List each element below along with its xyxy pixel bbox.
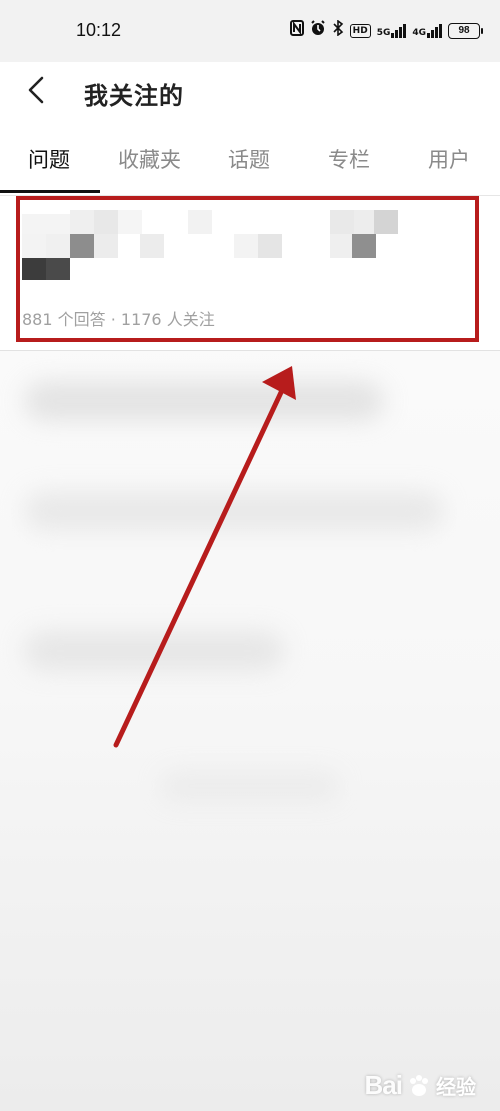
blurred-list xyxy=(0,351,500,1111)
status-time: 10:12 xyxy=(76,20,122,40)
tab-collections[interactable]: 收藏夹 xyxy=(118,144,181,174)
status-bar: 10:12 HD 5G 4G 98 xyxy=(0,0,500,62)
tab-columns[interactable]: 专栏 xyxy=(328,144,370,174)
battery-icon: 98 xyxy=(448,23,483,39)
page-title: 我关注的 xyxy=(84,82,184,110)
baidu-logo: Bai xyxy=(364,1070,403,1100)
tab-topics[interactable]: 话题 xyxy=(228,144,270,174)
tab-bar: 问题 收藏夹 话题 专栏 用户 xyxy=(0,130,500,194)
paw-icon xyxy=(410,1074,428,1096)
page-header: 我关注的 xyxy=(0,62,500,126)
tab-questions[interactable]: 问题 xyxy=(28,144,70,174)
nfc-icon xyxy=(289,20,304,42)
status-icons: HD 5G 4G 98 xyxy=(289,19,483,42)
signal-5g-icon: 5G xyxy=(377,24,407,38)
watermark-text: 经验 xyxy=(436,1075,476,1099)
signal-4g-icon: 4G xyxy=(412,24,442,38)
highlight-box xyxy=(16,196,479,342)
hd-badge: HD xyxy=(349,24,371,38)
bluetooth-icon xyxy=(332,19,344,42)
chevron-left-icon xyxy=(28,76,44,104)
alarm-icon xyxy=(310,20,326,42)
back-button[interactable] xyxy=(22,74,54,106)
active-tab-indicator xyxy=(0,190,100,193)
tab-users[interactable]: 用户 xyxy=(428,144,470,174)
baidu-watermark: Bai 经验 xyxy=(365,1070,476,1101)
